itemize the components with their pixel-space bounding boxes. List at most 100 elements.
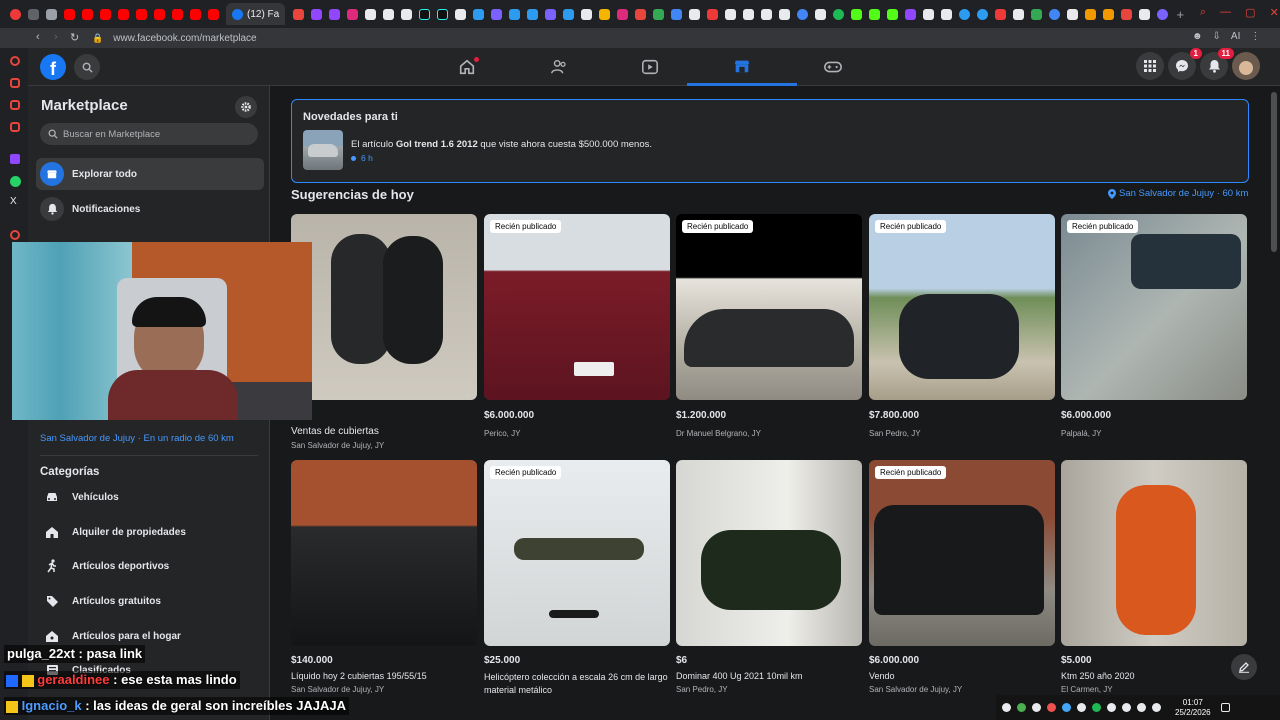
search-button[interactable] <box>74 54 100 80</box>
notification-center-icon[interactable] <box>1220 703 1230 712</box>
reload-icon[interactable]: ↻ <box>70 31 79 44</box>
youtube-tab-icon[interactable] <box>96 5 114 23</box>
tray-icon[interactable] <box>1092 703 1101 712</box>
tab-icon[interactable] <box>937 5 955 23</box>
minimize-icon[interactable]: — <box>1220 6 1231 19</box>
listing-image-stacked-tires[interactable] <box>291 460 477 646</box>
page-scrollbar[interactable] <box>1268 86 1280 692</box>
wifi-icon[interactable] <box>1137 703 1146 712</box>
twitch-tab-icon[interactable] <box>307 5 325 23</box>
marketplace-search[interactable]: Buscar en Marketplace <box>40 123 258 145</box>
listing-card[interactable]: Recién publicado <box>869 214 1055 400</box>
listing-title[interactable]: Líquido hoy 2 cubiertas 195/55/15 <box>291 671 427 681</box>
menu-button[interactable] <box>1136 52 1164 80</box>
location-link[interactable]: San Salvador de Jujuy · En un radio de 6… <box>40 433 234 444</box>
google-tab-icon[interactable] <box>1045 5 1063 23</box>
tab-icon[interactable] <box>361 5 379 23</box>
instagram-tab-icon[interactable] <box>343 5 361 23</box>
tab-icon[interactable] <box>991 5 1009 23</box>
google-tab-icon[interactable] <box>793 5 811 23</box>
listing-image-silver-car[interactable]: Recién publicado <box>1061 214 1247 400</box>
tab-icon[interactable] <box>919 5 937 23</box>
listing-image-green-motorcycle[interactable] <box>676 460 862 646</box>
kick-tab-icon[interactable] <box>847 5 865 23</box>
close-icon[interactable]: ✕ <box>1270 6 1279 19</box>
tab-icon[interactable] <box>397 5 415 23</box>
settings-button[interactable] <box>235 96 257 118</box>
profile-avatar[interactable] <box>1232 52 1260 80</box>
url-text[interactable]: www.facebook.com/marketplace <box>113 33 256 44</box>
tab-icon[interactable] <box>775 5 793 23</box>
panel-icon[interactable] <box>10 230 20 240</box>
panel-icon[interactable] <box>10 122 20 132</box>
youtube-tab-icon[interactable] <box>150 5 168 23</box>
listing-image-black-sedan[interactable]: Recién publicado <box>676 214 862 400</box>
listing-title[interactable]: Dominar 400 Ug 2021 10mil km <box>676 671 803 681</box>
listing-card[interactable] <box>291 214 477 400</box>
listing-image-orange-motorcycle[interactable] <box>1061 460 1247 646</box>
tab-icon[interactable] <box>631 5 649 23</box>
tray-icon[interactable] <box>1062 703 1071 712</box>
youtube-tab-icon[interactable] <box>186 5 204 23</box>
clock[interactable]: 01:07 25/2/2026 <box>1175 698 1211 718</box>
tab-icon[interactable] <box>973 5 991 23</box>
listing-card[interactable] <box>291 460 477 646</box>
tab-icon[interactable] <box>487 5 505 23</box>
nav-gaming[interactable] <box>778 48 888 86</box>
tab-icon[interactable] <box>1099 5 1117 23</box>
tab-icon[interactable] <box>523 5 541 23</box>
youtube-tab-icon[interactable] <box>168 5 186 23</box>
listing-image-tires[interactable] <box>291 214 477 400</box>
tab-icon[interactable] <box>505 5 523 23</box>
messenger-button[interactable]: 1 <box>1168 48 1202 80</box>
instagram-tab-icon[interactable] <box>613 5 631 23</box>
tray-icon[interactable] <box>1122 703 1131 712</box>
maximize-icon[interactable]: ▢ <box>1245 6 1255 19</box>
youtube-tab-icon[interactable] <box>114 5 132 23</box>
panel-icon[interactable] <box>10 78 20 88</box>
vivaldi-icon[interactable] <box>6 5 24 23</box>
listing-title[interactable]: Ktm 250 año 2020 <box>1061 671 1135 681</box>
spotify-tab-icon[interactable] <box>829 5 847 23</box>
tray-icon[interactable] <box>1047 703 1056 712</box>
search-tabs-icon[interactable]: ⌕ <box>1200 6 1206 19</box>
tab-icon[interactable] <box>685 5 703 23</box>
listing-card[interactable]: Recién publicado <box>484 460 670 646</box>
tiktok-tab-icon[interactable] <box>415 5 433 23</box>
notifications-button[interactable]: 11 <box>1200 48 1234 80</box>
sidebar-item-explore-all[interactable]: Explorar todo <box>36 158 264 190</box>
tab-icon[interactable] <box>451 5 469 23</box>
tab-icon[interactable] <box>379 5 397 23</box>
listing-image-helicopter[interactable]: Recién publicado <box>484 460 670 646</box>
youtube-tab-icon[interactable] <box>60 5 78 23</box>
listing-title[interactable]: Helicóptero colección a escala 26 cm de … <box>484 671 670 697</box>
tab-icon[interactable] <box>649 5 667 23</box>
sidebar-item-notifications[interactable]: Notificaciones <box>36 193 264 225</box>
listing-title[interactable]: Vendo <box>869 671 895 681</box>
scrollbar-thumb[interactable] <box>1271 92 1277 252</box>
tab-icon[interactable] <box>1153 5 1171 23</box>
category-property-rentals[interactable]: Alquiler de propiedades <box>36 516 264 548</box>
tab-icon[interactable] <box>721 5 739 23</box>
tray-icon[interactable] <box>1017 703 1026 712</box>
tab-icon[interactable] <box>1027 5 1045 23</box>
tab-icon[interactable] <box>42 5 60 23</box>
tray-icon[interactable] <box>1002 703 1011 712</box>
volume-icon[interactable] <box>1152 703 1161 712</box>
tab-icon[interactable] <box>1117 5 1135 23</box>
tab-icon[interactable] <box>757 5 775 23</box>
listing-card[interactable]: Recién publicado <box>484 214 670 400</box>
url-field[interactable]: 🔒 www.facebook.com/marketplace <box>92 30 1172 46</box>
download-icon[interactable]: ⇩ <box>1213 31 1221 42</box>
tab-icon[interactable] <box>739 5 757 23</box>
panel-icon[interactable] <box>10 100 20 110</box>
kick-tab-icon[interactable] <box>865 5 883 23</box>
tab-icon[interactable] <box>901 5 919 23</box>
listing-image-motorcycle[interactable]: Recién publicado <box>869 214 1055 400</box>
category-vehicles[interactable]: Vehículos <box>36 481 264 513</box>
search-input[interactable]: Buscar en Marketplace <box>63 129 160 140</box>
compose-button[interactable] <box>1231 654 1257 680</box>
tiktok-tab-icon[interactable] <box>433 5 451 23</box>
tray-icon[interactable] <box>1107 703 1116 712</box>
listing-card[interactable]: Recién publicado <box>869 460 1055 646</box>
